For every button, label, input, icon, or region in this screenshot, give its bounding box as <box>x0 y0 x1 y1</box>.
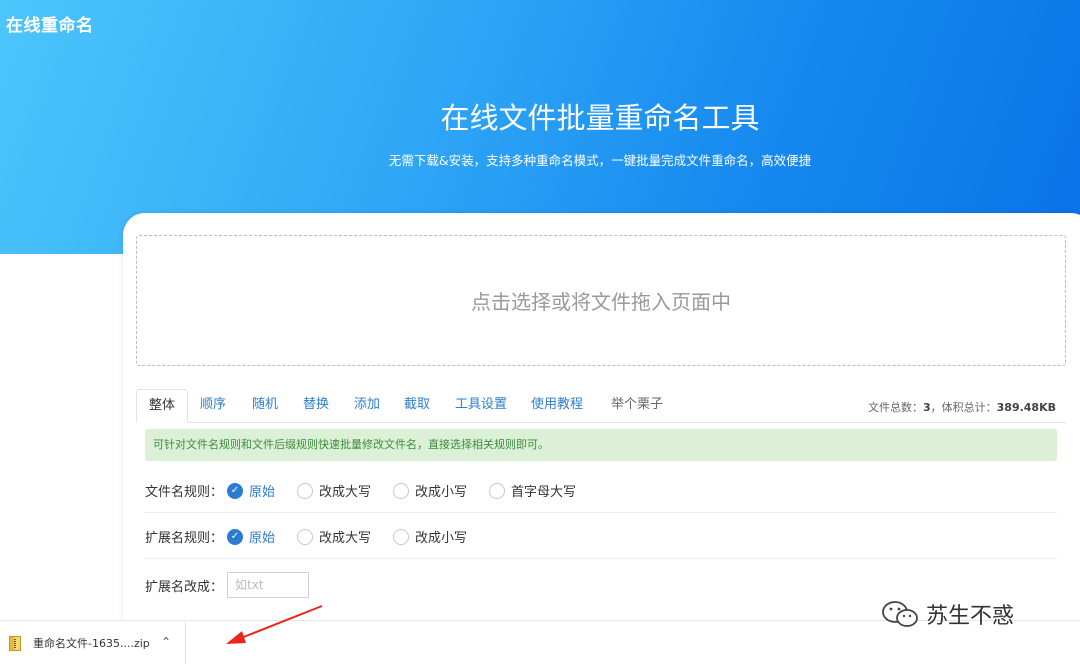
wechat-icon <box>882 601 918 627</box>
watermark-text: 苏生不惑 <box>926 604 1015 629</box>
watermark: 苏生不惑 <box>880 598 1014 630</box>
annotation-arrow-icon <box>226 605 323 644</box>
